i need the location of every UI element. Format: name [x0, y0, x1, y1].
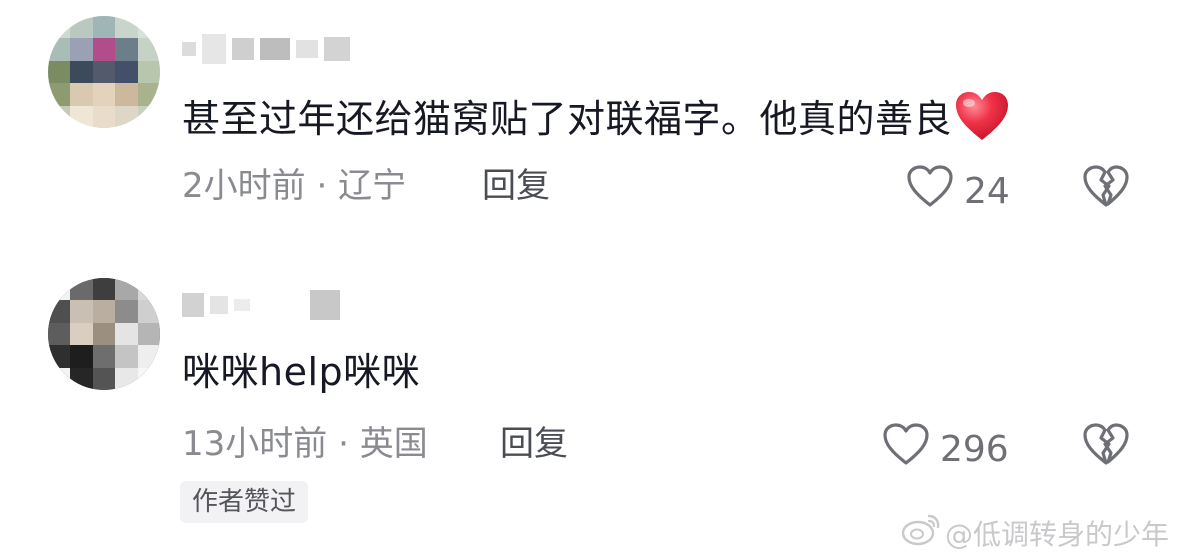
- avatar[interactable]: [48, 278, 160, 390]
- comment-time: 2小时前: [182, 166, 306, 206]
- avatar[interactable]: [48, 16, 160, 128]
- like-button[interactable]: 24: [906, 164, 1010, 219]
- comment-meta: 13小时前 · 英国: [182, 422, 428, 466]
- username[interactable]: [182, 34, 350, 64]
- comment-location: 辽宁: [338, 166, 407, 206]
- like-button[interactable]: 296: [882, 422, 1009, 477]
- dislike-button[interactable]: [1082, 422, 1130, 470]
- like-count: 24: [964, 170, 1010, 212]
- meta-separator: ·: [338, 424, 349, 464]
- meta-separator: ·: [316, 166, 328, 206]
- comment-time: 13小时前: [182, 424, 328, 464]
- comment-meta: 2小时前 · 辽宁: [182, 164, 406, 208]
- heart-outline-icon: [906, 164, 954, 219]
- watermark: @低调转身的少年: [901, 512, 1169, 553]
- username[interactable]: [182, 290, 340, 320]
- red-heart-emoji-icon: [954, 90, 1010, 153]
- weibo-icon: [901, 512, 941, 553]
- reply-button[interactable]: 回复: [482, 164, 550, 208]
- dislike-button[interactable]: [1082, 164, 1130, 212]
- reply-button[interactable]: 回复: [500, 422, 568, 466]
- comment-text: 咪咪help咪咪: [182, 350, 421, 394]
- broken-heart-icon: [1082, 165, 1130, 212]
- watermark-text: @低调转身的少年: [944, 517, 1169, 551]
- like-count: 296: [940, 428, 1009, 470]
- heart-outline-icon: [882, 422, 930, 477]
- comment-text: 甚至过年还给猫窝贴了对联福字。他真的善良: [182, 90, 1010, 153]
- broken-heart-icon: [1082, 423, 1130, 470]
- comment-location: 英国: [359, 424, 428, 464]
- author-liked-badge: 作者赞过: [180, 481, 309, 523]
